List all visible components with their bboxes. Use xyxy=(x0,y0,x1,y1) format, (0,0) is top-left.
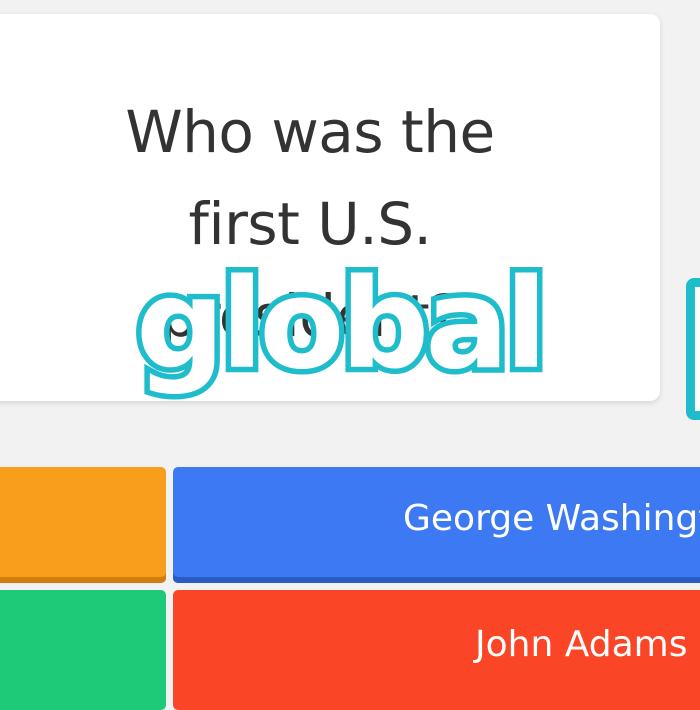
overlay-watermark-edge-shape xyxy=(686,278,700,420)
answer-option-4-label: John Adams xyxy=(475,624,688,665)
answer-option-2-label: George Washington xyxy=(403,498,700,539)
overlay-watermark-text: global xyxy=(130,248,552,403)
answer-option-2[interactable]: George Washington xyxy=(173,467,700,583)
answer-option-4[interactable]: John Adams xyxy=(173,590,700,710)
answer-option-3[interactable] xyxy=(0,590,166,710)
answer-option-1[interactable] xyxy=(0,467,166,583)
